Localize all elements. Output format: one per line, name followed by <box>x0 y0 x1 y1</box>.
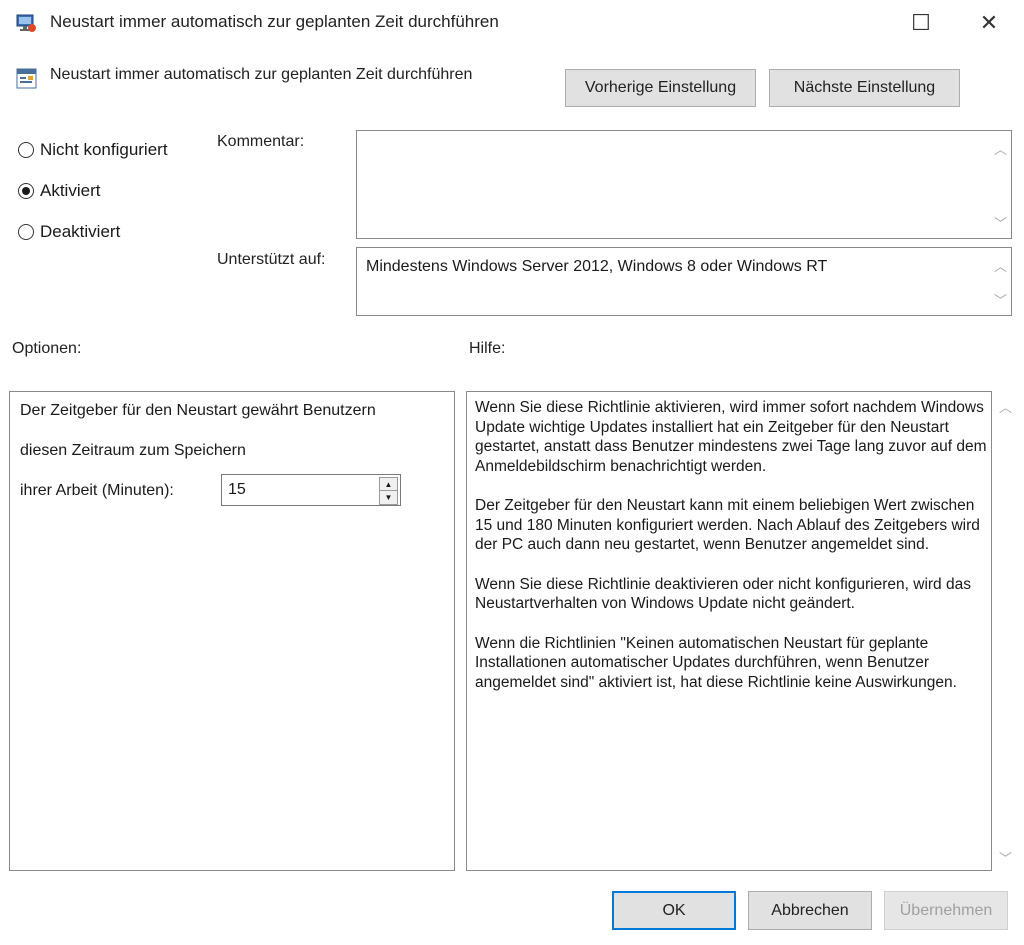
radio-disabled[interactable]: Deaktiviert <box>18 222 120 242</box>
cancel-button[interactable]: Abbrechen <box>748 891 872 930</box>
close-button[interactable]: ✕ <box>966 0 1012 46</box>
help-paragraph: Der Zeitgeber für den Neustart kann mit … <box>475 497 980 553</box>
maximize-button[interactable]: ☐ <box>898 0 944 46</box>
spin-down-icon[interactable]: ▼ <box>379 490 398 505</box>
options-panel: Der Zeitgeber für den Neustart gewährt B… <box>9 391 455 871</box>
options-text-line1: Der Zeitgeber für den Neustart gewährt B… <box>20 402 376 419</box>
radio-circle[interactable] <box>18 183 34 199</box>
ok-button[interactable]: OK <box>612 891 736 930</box>
help-paragraph: Wenn die Richtlinien "Keinen automatisch… <box>475 634 957 691</box>
help-label: Hilfe: <box>469 340 506 357</box>
supported-box: Mindestens Windows Server 2012, Windows … <box>356 247 1012 316</box>
maximize-icon: ☐ <box>911 10 931 35</box>
radio-not-configured[interactable]: Nicht konfiguriert <box>18 140 168 160</box>
minutes-spinbox[interactable]: 15 ▲ ▼ <box>221 474 401 506</box>
help-paragraph: Wenn Sie diese Richtlinie aktivieren, wi… <box>475 399 987 475</box>
title-bar: Neustart immer automatisch zur geplanten… <box>0 0 1024 46</box>
radio-label: Deaktiviert <box>40 222 121 241</box>
apply-button[interactable]: Übernehmen <box>884 891 1008 930</box>
help-paragraph: Wenn Sie diese Richtlinie deaktivieren o… <box>475 575 971 613</box>
comment-label: Kommentar: <box>217 133 305 150</box>
radio-circle[interactable] <box>18 142 34 158</box>
supported-value: Mindestens Windows Server 2012, Windows … <box>366 258 828 275</box>
radio-label: Nicht konfiguriert <box>40 140 168 159</box>
close-icon: ✕ <box>979 10 999 35</box>
options-text-line3: ihrer Arbeit (Minuten): <box>20 482 174 499</box>
comment-textarea[interactable]: ︿ ﹀ <box>356 130 1012 239</box>
scroll-down-icon[interactable]: ﹀ <box>999 848 1012 867</box>
scroll-down-icon[interactable]: ﹀ <box>994 213 1007 232</box>
setting-name: Neustart immer automatisch zur geplanten… <box>50 66 473 83</box>
policy-window-icon <box>16 14 36 32</box>
help-panel: Wenn Sie diese Richtlinie aktivieren, wi… <box>466 391 992 871</box>
radio-label: Aktiviert <box>40 181 101 200</box>
minutes-value: 15 <box>228 481 246 498</box>
options-text-line2: diesen Zeitraum zum Speichern <box>20 442 246 459</box>
policy-setting-icon <box>16 68 37 89</box>
options-label: Optionen: <box>12 340 82 357</box>
radio-enabled[interactable]: Aktiviert <box>18 181 100 201</box>
scroll-down-icon[interactable]: ﹀ <box>994 290 1007 309</box>
radio-circle[interactable] <box>18 224 34 240</box>
scroll-up-icon[interactable]: ︿ <box>994 256 1007 275</box>
supported-label: Unterstützt auf: <box>217 251 326 268</box>
window-title: Neustart immer automatisch zur geplanten… <box>50 12 499 31</box>
previous-setting-button[interactable]: Vorherige Einstellung <box>565 69 756 107</box>
next-setting-button[interactable]: Nächste Einstellung <box>769 69 960 107</box>
scroll-up-icon[interactable]: ︿ <box>994 139 1007 158</box>
scroll-up-icon[interactable]: ︿ <box>999 397 1012 416</box>
help-scrollbar[interactable]: ︿ ﹀ <box>995 391 1017 871</box>
